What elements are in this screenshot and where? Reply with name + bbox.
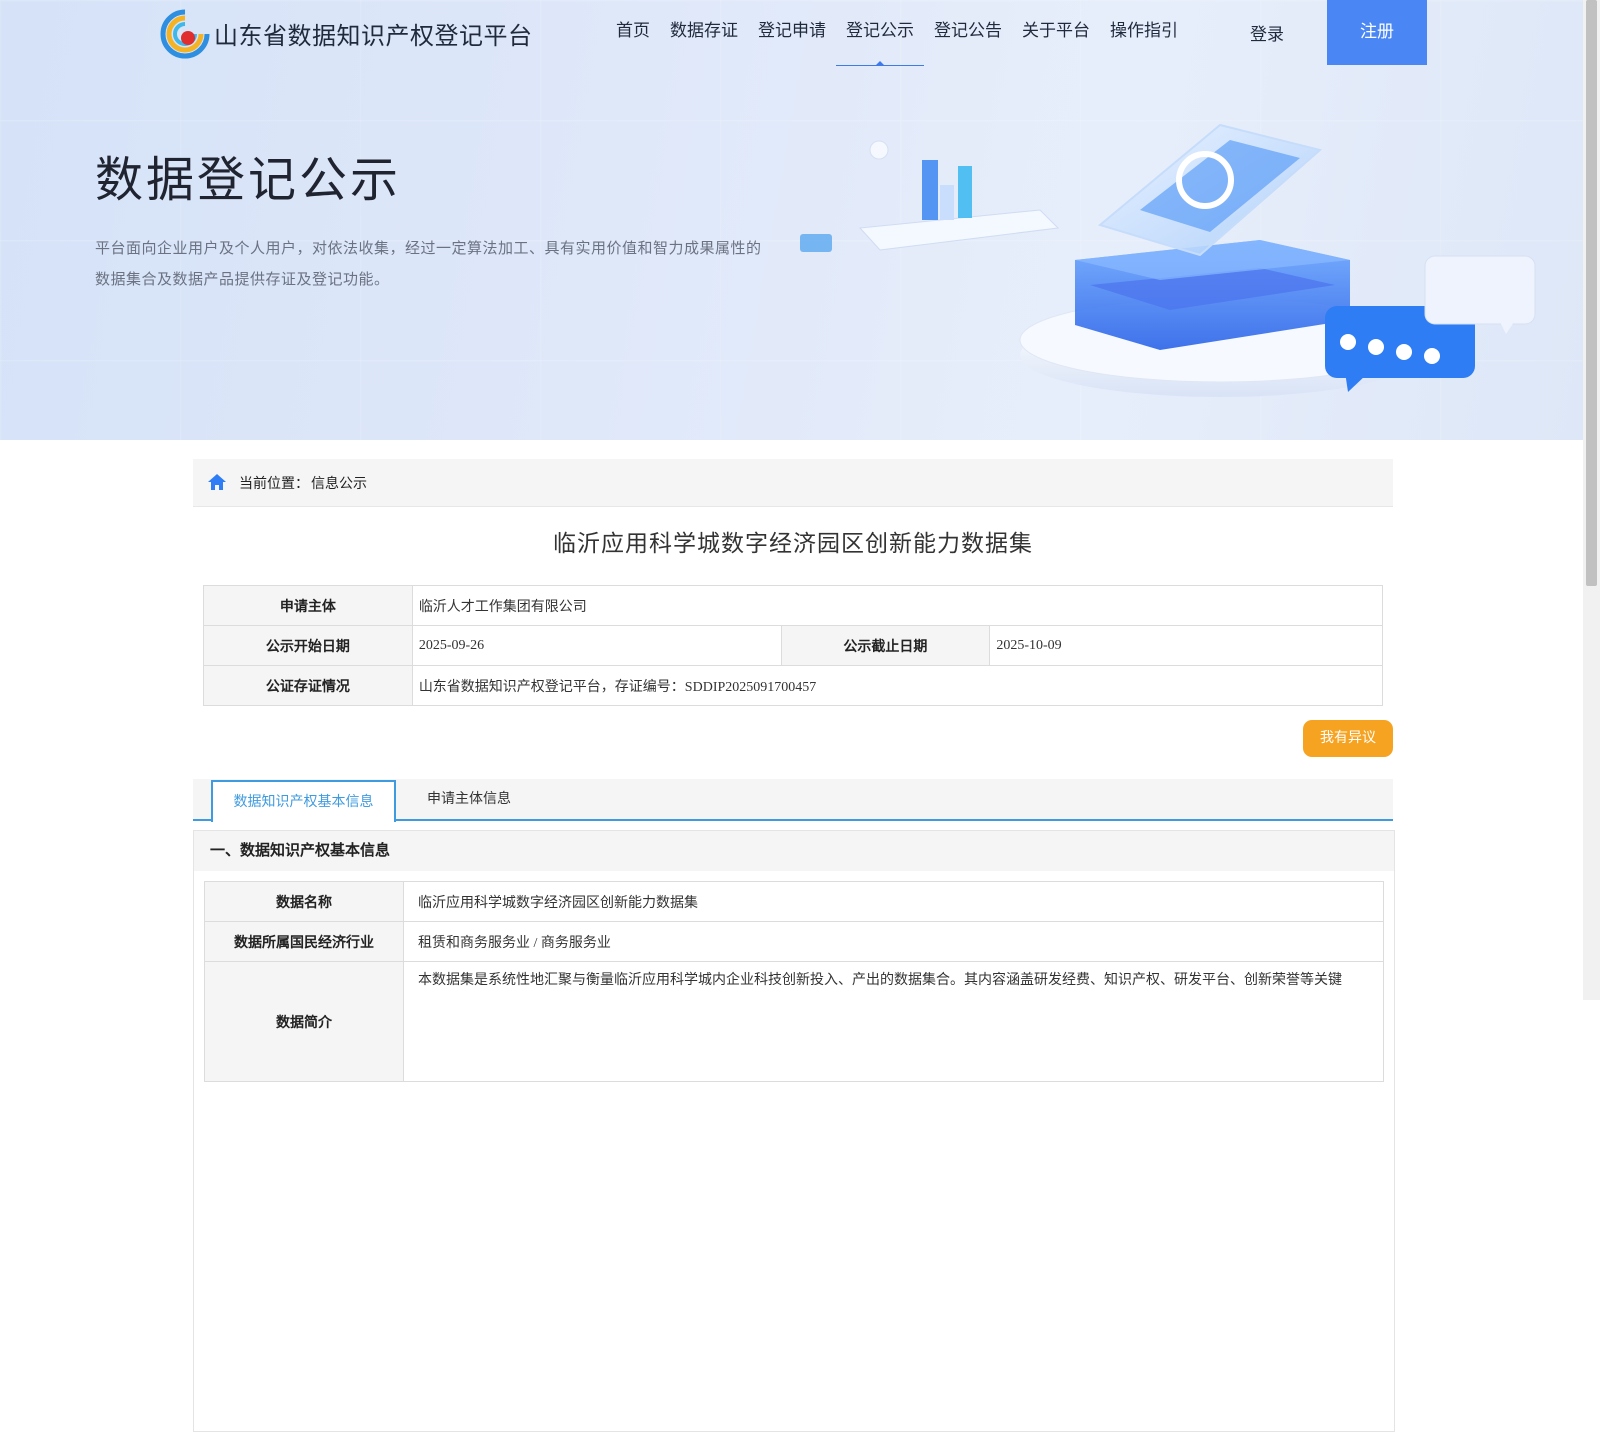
main-nav: 首页 数据存证 登记申请 登记公示 登记公告 关于平台 操作指引 [606,0,1188,66]
end-date-value: 2025-10-09 [989,625,1383,666]
nav-item-home[interactable]: 首页 [606,0,660,65]
top-navigation-bar: 山东省数据知识产权登记平台 首页 数据存证 登记申请 登记公示 登记公告 关于平… [0,0,1583,66]
scrollbar-thumb[interactable] [1586,0,1597,586]
breadcrumb-current[interactable]: 信息公示 [311,473,367,493]
breadcrumb-prefix: 当前位置： [239,476,309,492]
data-name-label: 数据名称 [204,881,404,922]
record-title: 临沂应用科学城数字经济园区创新能力数据集 [553,531,1033,557]
breadcrumb: 当前位置： 信息公示 [193,459,1393,507]
basic-info-section: 一、数据知识产权基本信息 数据名称 临沂应用科学城数字经济园区创新能力数据集 数… [193,830,1395,1432]
login-link[interactable]: 登录 [1250,20,1284,45]
nav-item-guide[interactable]: 操作指引 [1100,0,1188,65]
table-row: 公证存证情况 山东省数据知识产权登记平台，存证编号：SDDIP202509170… [203,665,1384,706]
applicant-label: 申请主体 [203,585,413,626]
register-button[interactable]: 注册 [1327,0,1427,65]
intro-value: 本数据集是系统性地汇聚与衡量临沂应用科学城内企业科技创新投入、产出的数据集合。其… [403,961,1384,1082]
site-name: 山东省数据知识产权登记平台 [214,22,533,50]
start-date-value: 2025-09-26 [411,625,782,666]
hero-illustration [800,123,1536,397]
detail-tabs: 数据知识产权基本信息 申请主体信息 [193,779,1393,822]
objection-button[interactable]: 我有异议 [1303,720,1393,757]
platform-logo-icon[interactable] [158,8,212,60]
publicity-summary-table: 申请主体 临沂人才工作集团有限公司 公示开始日期 2025-09-26 公示截止… [203,585,1384,706]
tab-basic-info[interactable]: 数据知识产权基本信息 [211,780,396,822]
page-scrollbar[interactable] [1583,0,1600,1000]
nav-item-registration-apply[interactable]: 登记申请 [748,0,836,65]
nav-item-about[interactable]: 关于平台 [1012,0,1100,65]
table-row: 申请主体 临沂人才工作集团有限公司 [203,585,1384,626]
hero-description: 平台面向企业用户及个人用户，对依法收集，经过一定算法加工、具有实用价值和智力成果… [95,233,805,295]
data-name-value: 临沂应用科学城数字经济园区创新能力数据集 [403,881,1384,922]
table-row: 公示开始日期 2025-09-26 公示截止日期 2025-10-09 [203,625,1383,666]
basic-info-table: 数据名称 临沂应用科学城数字经济园区创新能力数据集 数据所属国民经济行业 租赁和… [204,881,1384,1082]
section-heading: 一、数据知识产权基本信息 [194,831,1394,871]
hero-description-line-2: 数据集合及数据产品提供存证及登记功能。 [95,270,390,288]
hero-title: 数据登记公示 [95,152,402,208]
table-row: 数据简介 本数据集是系统性地汇聚与衡量临沂应用科学城内企业科技创新投入、产出的数… [204,961,1384,1082]
hero-description-line-1: 平台面向企业用户及个人用户，对依法收集，经过一定算法加工、具有实用价值和智力成果… [95,239,762,257]
home-icon[interactable] [207,472,227,492]
nav-item-data-deposit[interactable]: 数据存证 [660,0,748,65]
industry-label: 数据所属国民经济行业 [204,921,404,962]
table-row: 数据名称 临沂应用科学城数字经济园区创新能力数据集 [204,881,1384,922]
applicant-value: 临沂人才工作集团有限公司 [411,585,1384,626]
industry-value: 租赁和商务服务业 / 商务服务业 [403,921,1384,962]
notary-label: 公证存证情况 [203,665,413,706]
intro-label: 数据简介 [204,961,404,1082]
nav-item-registration-publicity[interactable]: 登记公示 [836,0,924,66]
hero-banner: 山东省数据知识产权登记平台 首页 数据存证 登记申请 登记公示 登记公告 关于平… [0,0,1583,440]
tab-applicant-info[interactable]: 申请主体信息 [410,779,528,819]
start-date-label: 公示开始日期 [203,625,413,666]
table-row: 数据所属国民经济行业 租赁和商务服务业 / 商务服务业 [204,921,1384,962]
notary-value: 山东省数据知识产权登记平台，存证编号：SDDIP2025091700457 [411,665,1384,706]
nav-item-registration-notice[interactable]: 登记公告 [924,0,1012,65]
end-date-label: 公示截止日期 [780,625,991,666]
